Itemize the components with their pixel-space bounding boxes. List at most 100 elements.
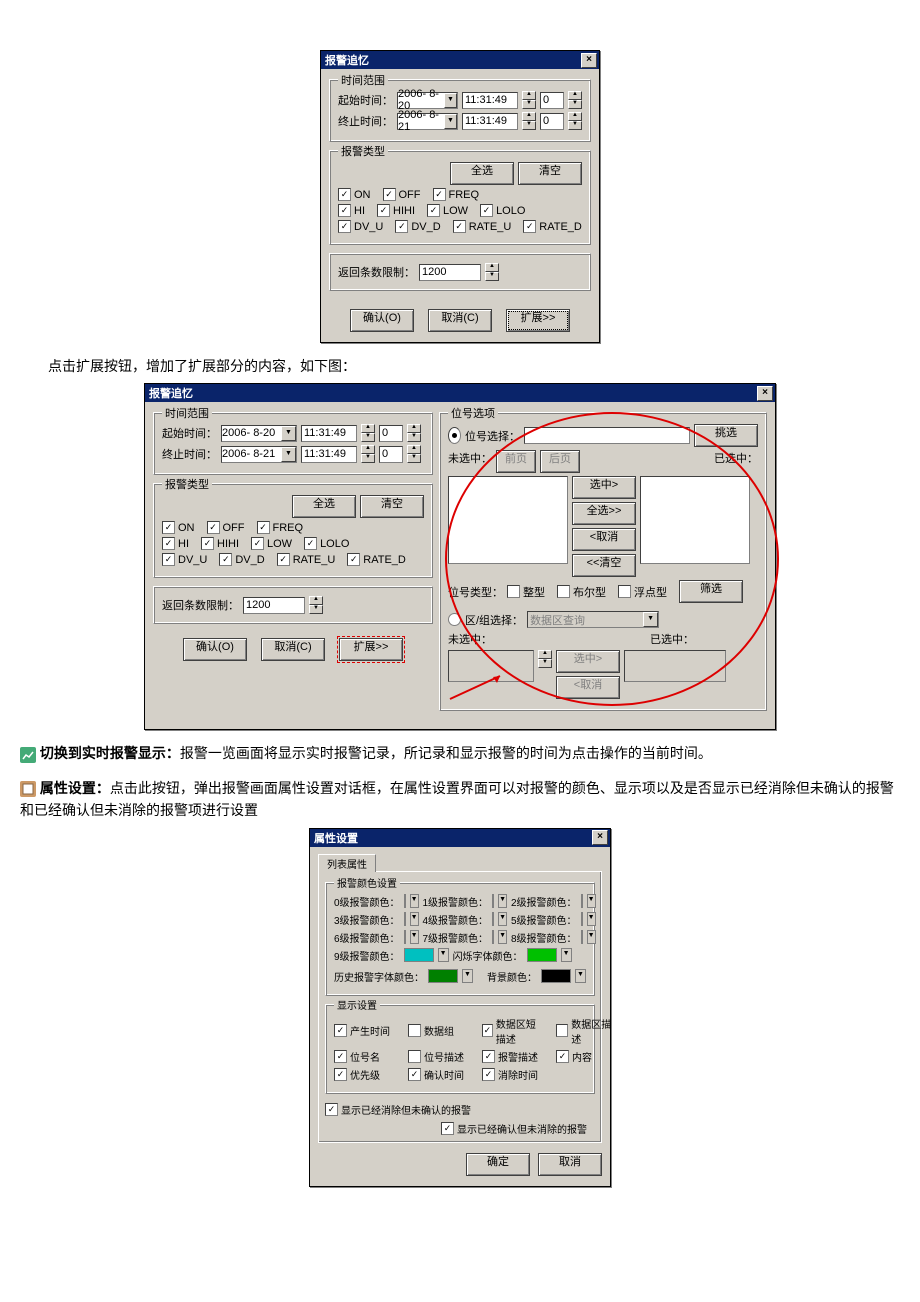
radio-tag-select[interactable] (448, 427, 461, 444)
display-checkbox[interactable]: ✓产生时间 (334, 1023, 396, 1038)
checkbox-show-ack-uncleared[interactable]: ✓显示已经确认但未消除的报警 (441, 1121, 587, 1136)
chevron-down-icon[interactable]: ▼ (410, 912, 419, 926)
color-swatch[interactable] (492, 912, 494, 926)
unselected-listbox[interactable] (448, 476, 568, 564)
time-spinner[interactable]: ▲▼ (522, 91, 536, 109)
expand-button[interactable]: 扩展>> (506, 309, 570, 332)
color-swatch[interactable] (404, 894, 406, 908)
pick-button[interactable]: 挑选 (694, 424, 758, 447)
start-ms-input[interactable] (540, 92, 564, 109)
end-date-select[interactable]: 2006- 8-21▼ (397, 113, 458, 130)
chevron-down-icon[interactable]: ▼ (498, 894, 507, 908)
checkbox-lolo[interactable]: ✓LOLO (480, 204, 525, 217)
limit-spinner[interactable]: ▲▼ (485, 263, 499, 281)
chevron-down-icon[interactable]: ▼ (498, 930, 507, 944)
checkbox-low[interactable]: ✓LOW (427, 204, 468, 217)
end-time-input[interactable] (462, 113, 518, 130)
display-checkbox[interactable]: 数据组 (408, 1023, 470, 1038)
display-checkbox[interactable]: ✓确认时间 (408, 1067, 470, 1082)
checkbox-dvd[interactable]: ✓DV_D (395, 220, 440, 233)
chevron-down-icon[interactable]: ▼ (410, 894, 419, 908)
display-checkbox[interactable]: ✓内容 (556, 1049, 618, 1064)
prev-page-button[interactable]: 前页 (496, 450, 536, 473)
chevron-down-icon[interactable]: ▼ (561, 948, 572, 962)
checkbox-off[interactable]: ✓OFF (383, 188, 421, 201)
color-swatch[interactable] (581, 912, 583, 926)
cancel-button[interactable]: 取消(C) (261, 638, 325, 661)
start-ms-input[interactable] (379, 425, 403, 442)
time-spinner[interactable]: ▲▼ (522, 112, 536, 130)
checkbox-freq[interactable]: ✓FREQ (433, 188, 480, 201)
select-all-button[interactable]: 全选 (292, 495, 356, 518)
chevron-down-icon[interactable]: ▼ (444, 114, 457, 129)
move-left-button[interactable]: <取消 (572, 528, 636, 551)
ok-button[interactable]: 确认(O) (183, 638, 247, 661)
checkbox-rated[interactable]: ✓RATE_D (523, 220, 582, 233)
select-all-button[interactable]: 全选 (450, 162, 514, 185)
display-checkbox[interactable]: ✓数据区短描述 (482, 1016, 544, 1046)
limit-input[interactable] (243, 597, 305, 614)
checkbox-hihi[interactable]: ✓HIHI (377, 204, 415, 217)
color-swatch[interactable] (581, 930, 583, 944)
end-ms-input[interactable] (540, 113, 564, 130)
checkbox-bool[interactable]: 布尔型 (557, 584, 606, 600)
start-date-select[interactable]: 2006- 8-20▼ (397, 92, 458, 109)
color-swatch[interactable] (492, 894, 494, 908)
move-all-right-button[interactable]: 全选>> (572, 502, 636, 525)
selected-listbox[interactable] (640, 476, 750, 564)
close-icon[interactable]: × (581, 53, 597, 68)
close-icon[interactable]: × (592, 830, 608, 845)
radio-region-select[interactable] (448, 613, 461, 626)
chevron-down-icon[interactable]: ▼ (410, 930, 419, 944)
limit-input[interactable] (419, 264, 481, 281)
cancel-button[interactable]: 取消(C) (428, 309, 492, 332)
close-icon[interactable]: × (757, 386, 773, 401)
display-checkbox[interactable]: ✓报警描述 (482, 1049, 544, 1064)
move-right-button[interactable]: 选中> (572, 476, 636, 499)
display-checkbox[interactable]: 数据区描述 (556, 1016, 618, 1046)
ok-button[interactable]: 确认(O) (350, 309, 414, 332)
checkbox-int[interactable]: 整型 (507, 584, 545, 600)
clear-button[interactable]: 清空 (360, 495, 424, 518)
checkbox-float[interactable]: 浮点型 (618, 584, 667, 600)
hist-color-swatch[interactable] (428, 969, 458, 983)
next-page-button[interactable]: 后页 (540, 450, 580, 473)
chevron-down-icon[interactable]: ▼ (587, 930, 596, 944)
expand-button[interactable]: 扩展>> (339, 638, 403, 661)
chevron-down-icon[interactable]: ▼ (444, 93, 457, 108)
bg-color-swatch[interactable] (541, 969, 571, 983)
end-ms-input[interactable] (379, 446, 403, 463)
ok-button[interactable]: 确定 (466, 1153, 530, 1176)
color-swatch[interactable] (404, 930, 406, 944)
tab-list-properties[interactable]: 列表属性 (318, 854, 376, 872)
color-swatch[interactable] (492, 930, 494, 944)
chevron-down-icon[interactable]: ▼ (462, 969, 473, 983)
display-checkbox[interactable]: ✓位号名 (334, 1049, 396, 1064)
cancel-button[interactable]: 取消 (538, 1153, 602, 1176)
display-checkbox[interactable]: ✓消除时间 (482, 1067, 544, 1082)
clear-button[interactable]: 清空 (518, 162, 582, 185)
start-time-input[interactable] (462, 92, 518, 109)
checkbox-on[interactable]: ✓ON (338, 188, 371, 201)
tag-filter-input[interactable] (524, 427, 690, 444)
start-date-select[interactable]: 2006- 8-20▼ (221, 425, 297, 442)
end-time-input[interactable] (301, 446, 357, 463)
color-swatch[interactable] (581, 894, 583, 908)
end-date-select[interactable]: 2006- 8-21▼ (221, 446, 297, 463)
filter-button[interactable]: 筛选 (679, 580, 743, 603)
display-checkbox[interactable]: ✓优先级 (334, 1067, 396, 1082)
chevron-down-icon[interactable]: ▼ (587, 912, 596, 926)
chevron-down-icon[interactable]: ▼ (575, 969, 586, 983)
color-swatch[interactable] (527, 948, 557, 962)
checkbox-dvu[interactable]: ✓DV_U (338, 220, 383, 233)
chevron-down-icon[interactable]: ▼ (587, 894, 596, 908)
ms-spinner[interactable]: ▲▼ (568, 112, 582, 130)
chevron-down-icon[interactable]: ▼ (438, 948, 449, 962)
display-checkbox[interactable]: 位号描述 (408, 1049, 470, 1064)
checkbox-show-cleared-unack[interactable]: ✓显示已经消除但未确认的报警 (325, 1102, 471, 1117)
start-time-input[interactable] (301, 425, 357, 442)
color-swatch[interactable] (404, 948, 434, 962)
color-swatch[interactable] (404, 912, 406, 926)
move-all-left-button[interactable]: <<清空 (572, 554, 636, 577)
chevron-down-icon[interactable]: ▼ (498, 912, 507, 926)
